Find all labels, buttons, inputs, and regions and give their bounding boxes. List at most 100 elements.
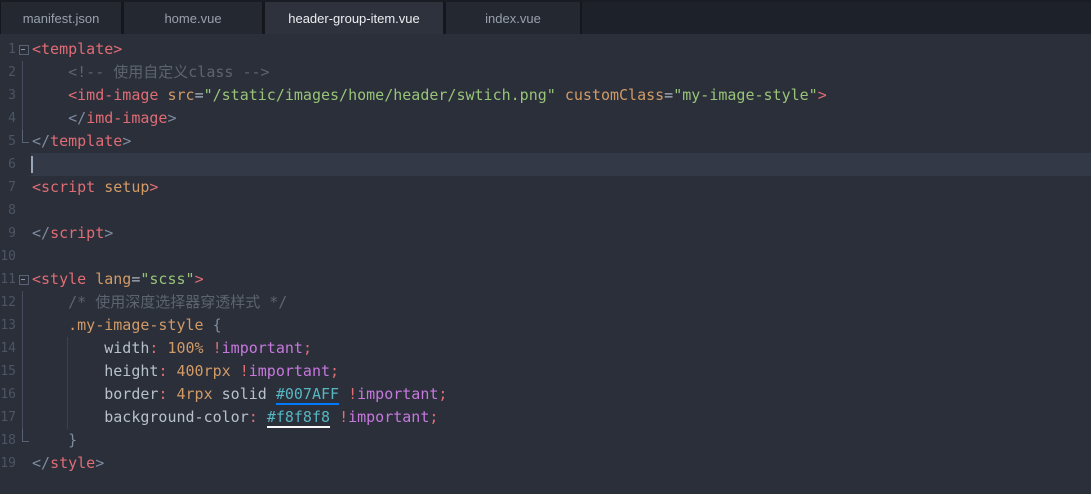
line-number: 9 (0, 222, 16, 245)
code-text[interactable]: <style lang="scss"> (31, 268, 1091, 291)
code-line[interactable]: 16 border: 4rpx solid #007AFF !important… (0, 383, 1091, 406)
code-tokens: <imd-image src="/static/images/home/head… (32, 86, 827, 104)
indent-guide (67, 406, 68, 429)
line-number: 12 (0, 291, 16, 314)
code-line[interactable]: 2 <!-- 使用自定义class --> (0, 61, 1091, 84)
code-tokens: <!-- 使用自定义class --> (32, 63, 270, 81)
tab-manifest-json[interactable]: manifest.json (0, 2, 123, 34)
fold-end-icon (16, 429, 31, 452)
fold-column (16, 199, 31, 222)
line-gutter: 8 (0, 199, 31, 222)
tab-label: index.vue (485, 11, 541, 26)
code-text[interactable] (31, 153, 1091, 176)
fold-guide-line (16, 314, 31, 337)
fold-column (16, 452, 31, 475)
code-line[interactable]: 13 .my-image-style { (0, 314, 1091, 337)
code-line[interactable]: 18 } (0, 429, 1091, 452)
code-line[interactable]: 7 <script setup> (0, 176, 1091, 199)
code-text[interactable]: height: 400rpx !important; (31, 360, 1091, 383)
fold-end-icon (16, 130, 31, 153)
indent-guide (67, 360, 68, 383)
fold-collapse-icon[interactable] (16, 38, 31, 61)
line-gutter: 13 (0, 314, 31, 337)
code-text[interactable]: </template> (31, 130, 1091, 153)
code-tokens: .my-image-style { (32, 316, 222, 334)
fold-column (16, 153, 31, 176)
fold-collapse-icon[interactable] (16, 268, 31, 291)
code-text[interactable]: <template> (31, 38, 1091, 61)
code-text[interactable]: <!-- 使用自定义class --> (31, 61, 1091, 84)
tab-home-vue[interactable]: home.vue (123, 2, 264, 34)
code-line[interactable]: 9 </script> (0, 222, 1091, 245)
code-line[interactable]: 19</style> (0, 452, 1091, 475)
code-line[interactable]: 14 width: 100% !important; (0, 337, 1091, 360)
tab-index-vue[interactable]: index.vue (445, 2, 582, 34)
fold-guide-line (16, 383, 31, 406)
code-tokens: /* 使用深度选择器穿透样式 */ (32, 293, 287, 311)
line-gutter: 12 (0, 291, 31, 314)
code-text[interactable]: </script> (31, 222, 1091, 245)
line-gutter: 9 (0, 222, 31, 245)
code-line[interactable]: 4 </imd-image> (0, 107, 1091, 130)
code-text[interactable] (31, 245, 1091, 268)
code-line[interactable]: 1<template> (0, 38, 1091, 61)
code-line[interactable]: 11 <style lang="scss"> (0, 268, 1091, 291)
line-gutter: 10 (0, 245, 31, 268)
line-gutter: 17 (0, 406, 31, 429)
tab-header-group-item-vue[interactable]: header-group-item.vue (264, 2, 445, 34)
code-line[interactable]: 6 (0, 153, 1091, 176)
tab-label: home.vue (164, 11, 221, 26)
fold-column (16, 222, 31, 245)
line-gutter: 16 (0, 383, 31, 406)
tab-label: manifest.json (23, 11, 100, 26)
editor[interactable]: 1<template>2 <!-- 使用自定义class -->3 <imd-i… (0, 34, 1091, 494)
code-line[interactable]: 12 /* 使用深度选择器穿透样式 */ (0, 291, 1091, 314)
code-tokens: </style> (32, 454, 104, 472)
code-tokens: <template> (32, 40, 122, 58)
code-text[interactable]: <imd-image src="/static/images/home/head… (31, 84, 1091, 107)
fold-guide-line (16, 337, 31, 360)
code-tokens: border: 4rpx solid #007AFF !important; (32, 385, 447, 405)
line-number: 10 (0, 245, 16, 268)
indent-guide (67, 337, 68, 360)
line-number: 7 (0, 176, 16, 199)
code-editor-window: manifest.json home.vue header-group-item… (0, 0, 1091, 494)
code-tokens: height: 400rpx !important; (32, 362, 339, 380)
code-line[interactable]: 17 background-color: #f8f8f8 !important; (0, 406, 1091, 429)
line-gutter: 18 (0, 429, 31, 452)
editor-tab-bar: manifest.json home.vue header-group-item… (0, 0, 1091, 34)
code-line[interactable]: 8 (0, 199, 1091, 222)
line-gutter: 11 (0, 268, 31, 291)
code-line[interactable]: 10 (0, 245, 1091, 268)
code-line[interactable]: 3 <imd-image src="/static/images/home/he… (0, 84, 1091, 107)
code-text[interactable] (31, 199, 1091, 222)
line-gutter: 3 (0, 84, 31, 107)
code-tokens: background-color: #f8f8f8 !important; (32, 408, 438, 428)
code-line[interactable]: 5 </template> (0, 130, 1091, 153)
code-text[interactable]: .my-image-style { (31, 314, 1091, 337)
line-gutter: 1 (0, 38, 31, 61)
line-gutter: 15 (0, 360, 31, 383)
code-line[interactable]: 15 height: 400rpx !important; (0, 360, 1091, 383)
code-tokens: width: 100% !important; (32, 339, 312, 357)
line-number: 11 (0, 268, 16, 291)
code-text[interactable]: border: 4rpx solid #007AFF !important; (31, 383, 1091, 406)
fold-guide-line (16, 360, 31, 383)
code-text[interactable]: <script setup> (31, 176, 1091, 199)
line-number: 3 (0, 84, 16, 107)
fold-guide-line (16, 61, 31, 84)
fold-guide-line (16, 107, 31, 130)
code-tokens: <style lang="scss"> (32, 270, 204, 288)
code-text[interactable]: width: 100% !important; (31, 337, 1091, 360)
line-number: 17 (0, 406, 16, 429)
tab-label: header-group-item.vue (288, 11, 420, 26)
line-number: 15 (0, 360, 16, 383)
code-text[interactable]: </style> (31, 452, 1091, 475)
code-text[interactable]: } (31, 429, 1091, 452)
code-text[interactable]: background-color: #f8f8f8 !important; (31, 406, 1091, 429)
code-text[interactable]: /* 使用深度选择器穿透样式 */ (31, 291, 1091, 314)
line-number: 5 (0, 130, 16, 153)
code-tokens: </template> (32, 132, 131, 150)
code-text[interactable]: </imd-image> (31, 107, 1091, 130)
line-number: 13 (0, 314, 16, 337)
